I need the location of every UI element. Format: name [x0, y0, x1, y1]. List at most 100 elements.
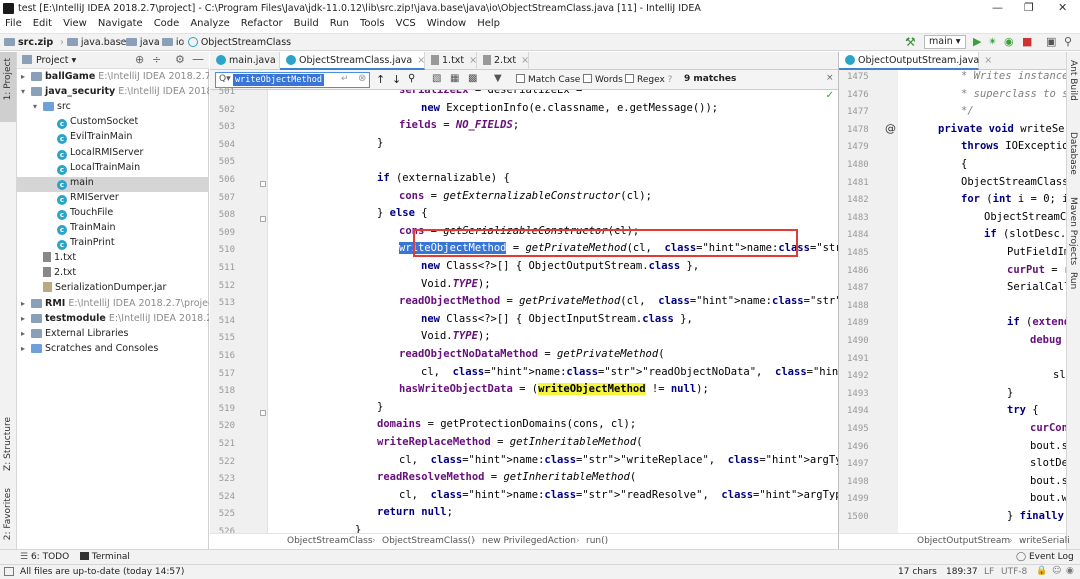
expand-arrow-icon[interactable]: ▸	[21, 314, 31, 323]
tool-structure[interactable]: Z: Structure	[3, 417, 13, 471]
project-tree-item[interactable]: c TrainMain	[17, 222, 209, 237]
tool-favorites[interactable]: 2: Favorites	[3, 488, 13, 540]
tool-database[interactable]: Database	[1068, 132, 1078, 175]
crumb-outputstream[interactable]: ObjectOutputStream	[917, 536, 1010, 546]
close-tab-icon[interactable]: ×	[469, 55, 477, 66]
menu-analyze[interactable]: Analyze	[185, 17, 235, 29]
tab-main-java[interactable]: main.java×	[210, 52, 289, 70]
project-tree-item[interactable]: c TrainPrint	[17, 237, 209, 252]
tool-todo[interactable]: ☰ 6: TODO	[20, 552, 69, 562]
menu-window[interactable]: Window	[422, 17, 472, 29]
lock-icon[interactable]: 🔒	[1036, 566, 1047, 576]
project-view-select[interactable]: Project ▾	[36, 55, 76, 66]
tool-ant-build[interactable]: Ant Build	[1068, 60, 1078, 101]
gear-icon[interactable]: ⚙	[175, 53, 185, 66]
menu-run[interactable]: Run	[325, 17, 355, 29]
menu-help[interactable]: Help	[472, 17, 506, 29]
collapse-icon[interactable]: ÷	[152, 53, 161, 66]
expand-arrow-icon[interactable]: ▸	[21, 72, 31, 81]
close-tab-icon[interactable]: ×	[521, 55, 529, 66]
menu-tools[interactable]: Tools	[355, 17, 391, 29]
regex-checkbox[interactable]: Regex ?	[625, 74, 672, 85]
project-tree-item[interactable]: ▸ testmoduleE:\IntelliJ IDEA 2018.2.7\pro	[17, 313, 209, 328]
menu-navigate[interactable]: Navigate	[93, 17, 149, 29]
close-icon[interactable]: ✕	[1058, 1, 1067, 14]
run-config-select[interactable]: main ▾	[924, 35, 966, 49]
stop-icon[interactable]: ■	[1022, 35, 1032, 48]
project-tree-item[interactable]: 1.txt	[17, 252, 209, 267]
add-occurrence-icon[interactable]: ▧	[432, 73, 441, 84]
find-in-path-icon[interactable]: ⚲	[408, 73, 415, 84]
expand-arrow-icon[interactable]: ▸	[21, 299, 31, 308]
tool-maven-projects[interactable]: Maven Projects	[1068, 197, 1078, 265]
tab-objectoutputstream-java[interactable]: ObjectOutputStream.java ×	[839, 52, 992, 70]
project-tree-item[interactable]: c RMIServer	[17, 192, 209, 207]
project-tree-item[interactable]: c LocalRMIServer	[17, 147, 209, 162]
expand-arrow-icon[interactable]: ▾	[33, 102, 43, 111]
project-tree-item[interactable]: c LocalTrainMain	[17, 162, 209, 177]
file-encoding[interactable]: UTF-8	[1001, 567, 1027, 577]
breadcrumb-src-zip[interactable]: src.zip	[4, 37, 53, 48]
menu-view[interactable]: View	[58, 17, 93, 29]
menu-refactor[interactable]: Refactor	[236, 17, 289, 29]
project-tree-item[interactable]: ▸ Scratches and Consoles	[17, 343, 209, 358]
coverage-icon[interactable]: ◉	[1004, 35, 1014, 48]
project-tree-item[interactable]: ▾ src	[17, 101, 209, 116]
code-editor[interactable]: serializeEx = deserializeEx = new Excepti…	[268, 90, 838, 533]
menu-vcs[interactable]: VCS	[391, 17, 422, 29]
close-tab-icon[interactable]: ×	[984, 55, 992, 66]
expand-arrow-icon[interactable]: ▸	[21, 344, 31, 353]
fold-marker-icon[interactable]	[260, 409, 266, 416]
project-tree-item[interactable]: ▾ java_securityE:\IntelliJ IDEA 2018.2.7\…	[17, 86, 209, 101]
words-checkbox[interactable]: Words	[583, 74, 623, 85]
hide-icon[interactable]: —	[192, 52, 204, 66]
tool-terminal[interactable]: Terminal	[80, 552, 130, 562]
next-occurrence-icon[interactable]: ↓	[392, 73, 401, 86]
fold-marker-icon[interactable]	[260, 181, 266, 187]
menu-edit[interactable]: Edit	[28, 17, 58, 29]
search-everywhere-icon[interactable]: ⚲	[1064, 35, 1072, 48]
match-case-checkbox[interactable]: Match Case	[516, 74, 580, 85]
search-input[interactable]: Q▾ writeObjectMethod ↵ ⊗	[215, 72, 370, 88]
right-code-editor[interactable]: * Writes instance da * superclass to subc…	[898, 70, 1066, 533]
tab-objectstreamclass-java[interactable]: ObjectStreamClass.java ×	[280, 52, 425, 70]
select-all-occurrences-icon[interactable]: ▩	[468, 73, 477, 84]
run-icon[interactable]: ▶	[973, 35, 981, 48]
expand-arrow-icon[interactable]: ▾	[21, 87, 31, 96]
hammer-icon[interactable]: ⚒	[905, 35, 916, 49]
inspection-ok-icon[interactable]: ✓	[826, 90, 834, 101]
expand-arrow-icon[interactable]: ▸	[21, 329, 31, 338]
crumb-privileged-action[interactable]: new PrivilegedAction	[482, 536, 576, 546]
menu-code[interactable]: Code	[149, 17, 186, 29]
close-search-icon[interactable]: ×	[826, 73, 834, 83]
breadcrumb-class[interactable]: › ObjectStreamClass	[178, 37, 291, 48]
locate-icon[interactable]: ⊕	[135, 53, 144, 66]
remove-occurrence-icon[interactable]: ▦	[450, 73, 459, 84]
tab-2-txt[interactable]: 2.txt ×	[477, 52, 529, 70]
close-tab-icon[interactable]: ×	[417, 55, 425, 66]
project-tree-item[interactable]: ▸ ballGameE:\IntelliJ IDEA 2018.2.7\proje…	[17, 71, 209, 86]
menu-build[interactable]: Build	[289, 17, 325, 29]
project-tree-item[interactable]: c main	[17, 176, 209, 192]
filter-icon[interactable]: ▼	[494, 73, 502, 84]
inspector-icon[interactable]: ☺	[1052, 566, 1061, 576]
crumb-class[interactable]: ObjectStreamClass	[287, 536, 373, 546]
fold-marker-icon[interactable]	[260, 216, 266, 223]
project-tree-item[interactable]: ▸ RMIE:\IntelliJ IDEA 2018.2.7\project\RM	[17, 298, 209, 313]
project-tree-item[interactable]: c EvilTrainMain	[17, 131, 209, 146]
project-tree-item[interactable]: ▸ External Libraries	[17, 328, 209, 343]
tab-1-txt[interactable]: 1.txt ×	[425, 52, 477, 70]
debug-icon[interactable]: ✴	[988, 35, 997, 48]
line-separator[interactable]: LF	[984, 567, 994, 577]
override-annotation-icon[interactable]: @	[885, 122, 896, 135]
project-tree-item[interactable]: 2.txt	[17, 267, 209, 282]
toggle-tool-windows-icon[interactable]	[4, 567, 14, 576]
caret-position[interactable]: 189:37	[946, 567, 978, 577]
project-tree-item[interactable]: c CustomSocket	[17, 116, 209, 131]
crumb-writeserial[interactable]: writeSeriali	[1019, 536, 1070, 546]
notifications-icon[interactable]: ◉	[1066, 566, 1074, 576]
previous-occurrence-icon[interactable]: ↑	[376, 73, 385, 86]
new-line-icon[interactable]: ↵	[341, 74, 349, 84]
clear-search-icon[interactable]: ⊗	[358, 73, 366, 84]
project-tree-item[interactable]: SerializationDumper.jar	[17, 282, 209, 297]
